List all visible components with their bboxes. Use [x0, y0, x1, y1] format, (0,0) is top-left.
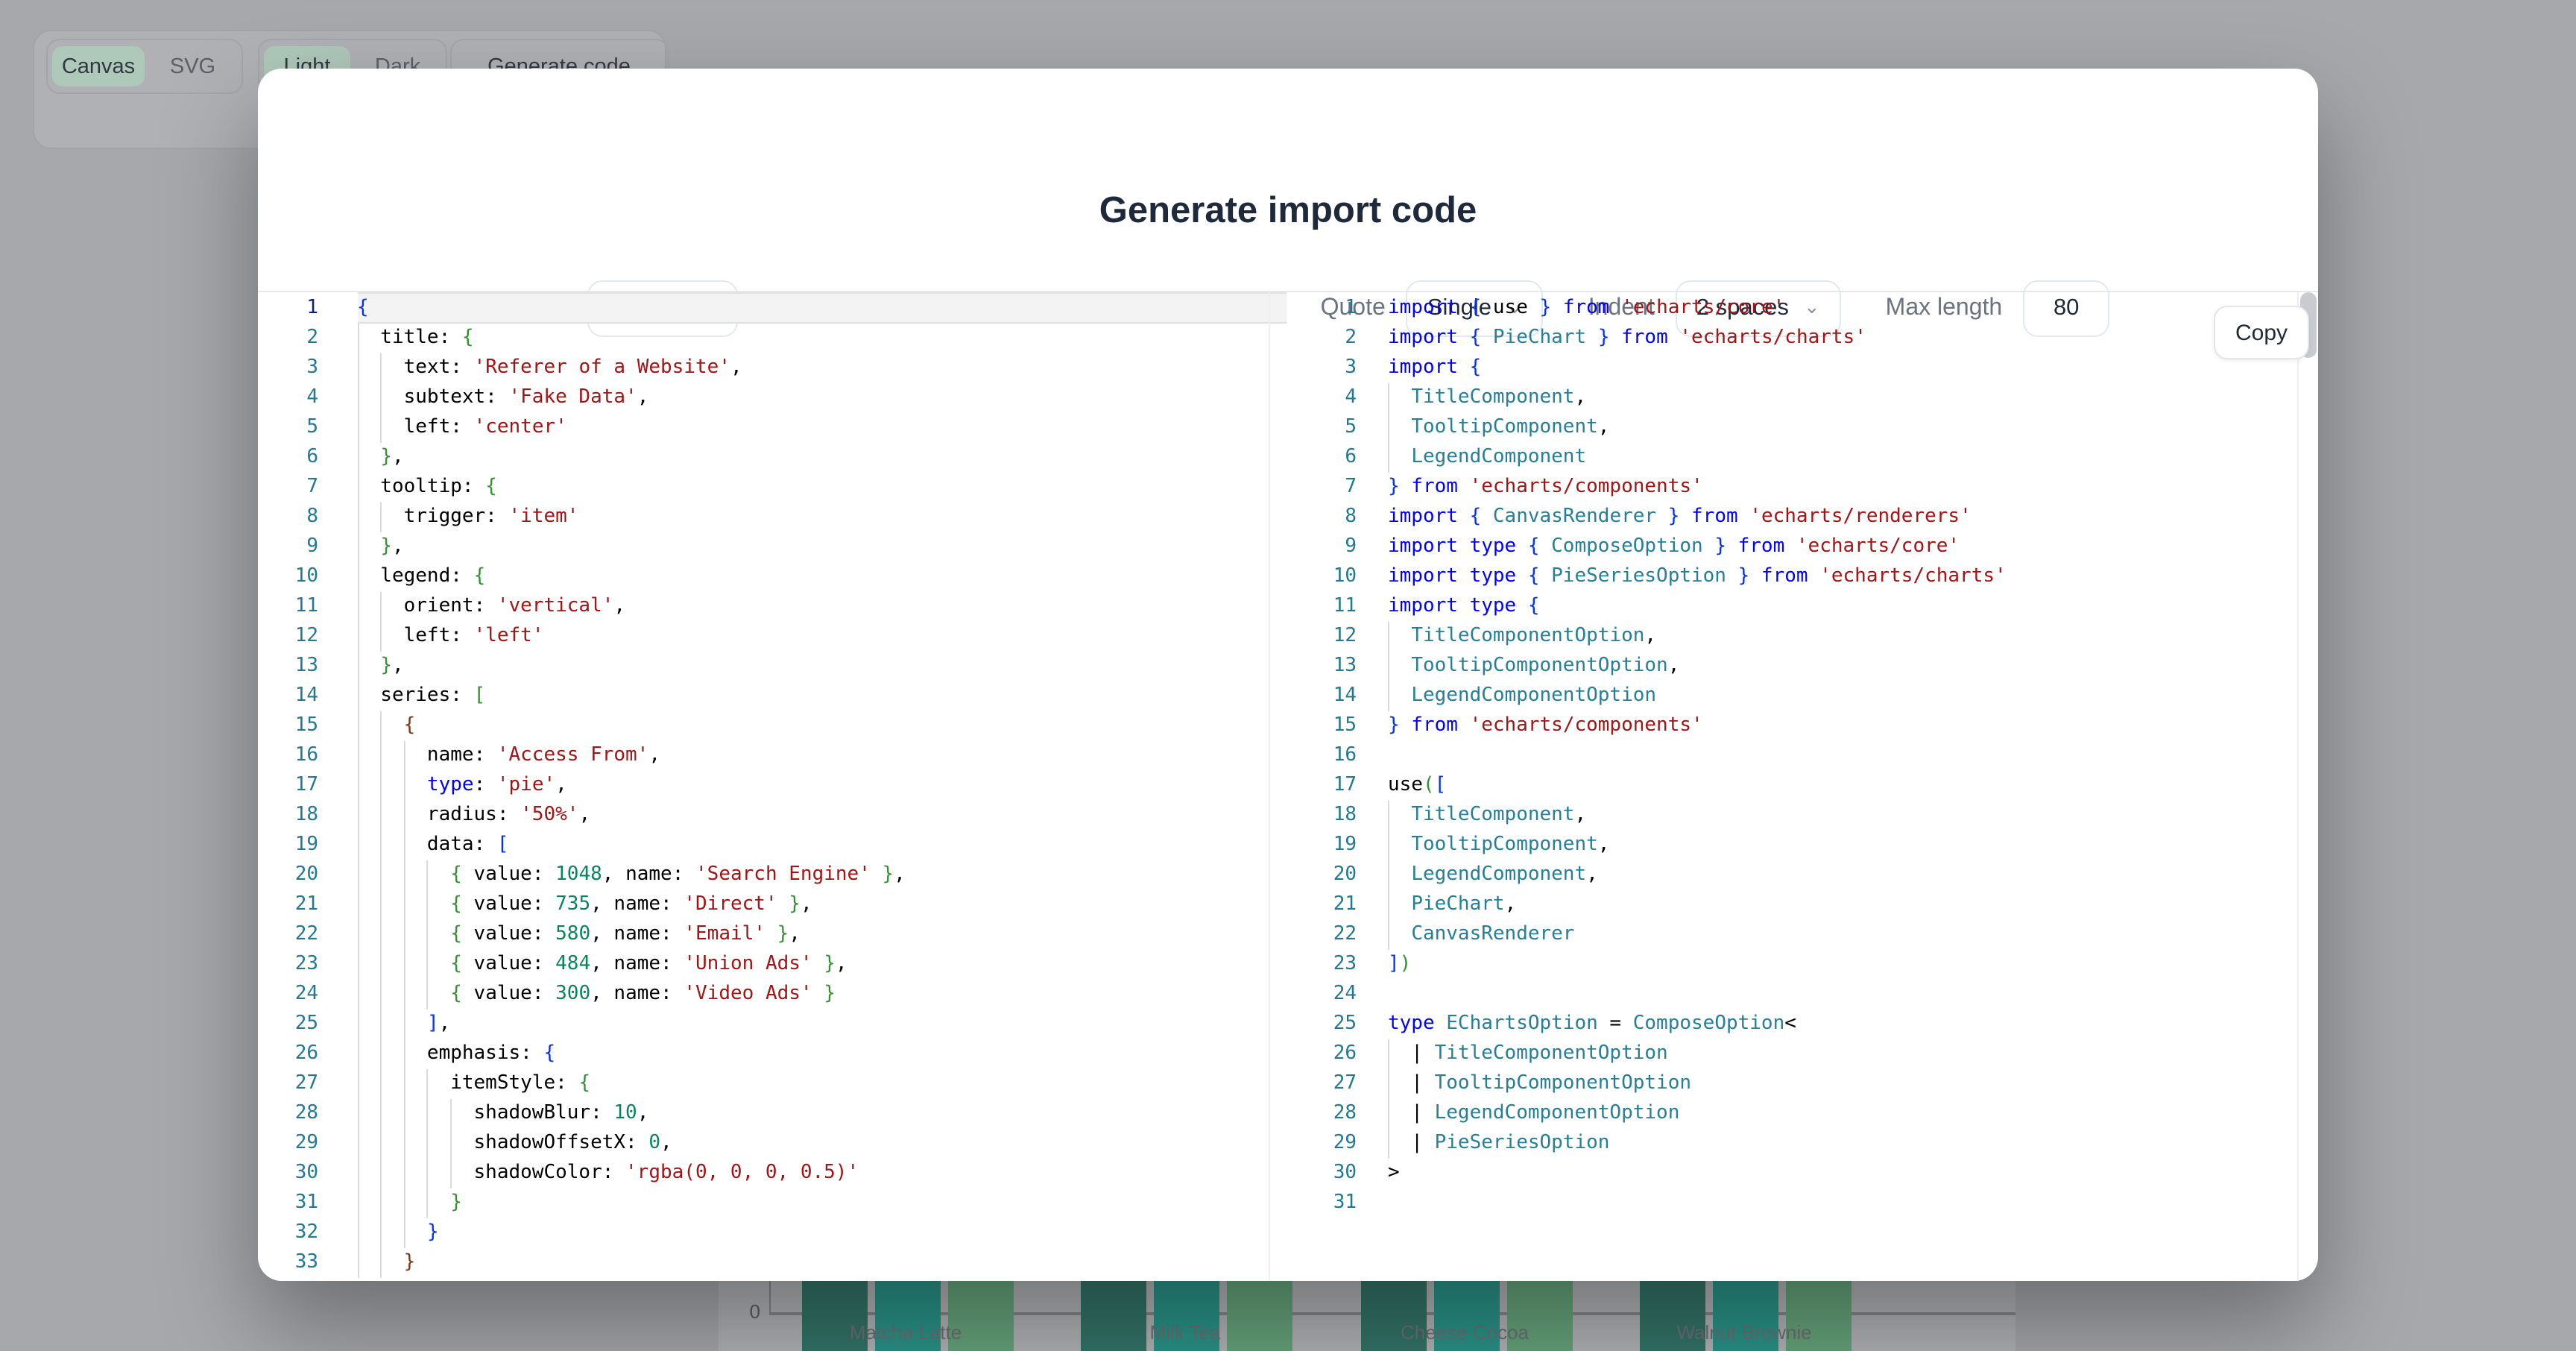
code-line: 9 },: [258, 532, 1287, 562]
code-line: 16 name: 'Access From',: [258, 741, 1287, 771]
x-axis-category-label: Milk Tea: [1036, 1321, 1334, 1344]
renderer-tab-group: Canvas SVG: [45, 39, 242, 94]
code-line: 23]): [1321, 950, 2296, 980]
code-line: 31: [1321, 1188, 2296, 1218]
tab-canvas[interactable]: Canvas: [52, 46, 145, 86]
code-line: 33 }: [258, 1248, 1287, 1278]
code-line: 1import { use } from 'echarts/core': [1321, 294, 2296, 324]
code-line: 15} from 'echarts/components': [1321, 711, 2296, 741]
code-line: 32 }: [258, 1218, 1287, 1248]
code-line: 13 },: [258, 652, 1287, 681]
code-line: 26 emphasis: {: [258, 1039, 1287, 1069]
code-line: 18 TitleComponent,: [1321, 801, 2296, 831]
x-axis-category-label: Matcha Latte: [757, 1321, 1055, 1344]
code-line: 7} from 'echarts/components': [1321, 473, 2296, 503]
code-line: 24: [1321, 980, 2296, 1010]
code-line: 18 radius: '50%',: [258, 801, 1287, 831]
code-line: 10import type { PieSeriesOption } from '…: [1321, 562, 2296, 592]
code-line: 12 left: 'left': [258, 622, 1287, 652]
code-line: 14 series: [: [258, 681, 1287, 711]
dialog-title: Generate import code: [258, 191, 2318, 233]
code-line: 1{: [258, 294, 1287, 324]
code-line: 27 itemStyle: {: [258, 1069, 1287, 1099]
code-line: 10 legend: {: [258, 562, 1287, 592]
code-line: 3 text: 'Referer of a Website',: [258, 353, 1287, 383]
copy-button[interactable]: Copy: [2214, 306, 2309, 359]
code-line: 4 TitleComponent,: [1321, 383, 2296, 413]
code-line: 11import type {: [1321, 592, 2296, 622]
code-line: 29 shadowOffsetX: 0,: [258, 1129, 1287, 1159]
code-line: 21 { value: 735, name: 'Direct' },: [258, 890, 1287, 920]
code-line: 7 tooltip: {: [258, 473, 1287, 503]
code-line: 5 left: 'center': [258, 413, 1287, 443]
code-line: 19 TooltipComponent,: [1321, 831, 2296, 860]
code-line: 30>: [1321, 1159, 2296, 1188]
code-line: 8import { CanvasRenderer } from 'echarts…: [1321, 503, 2296, 532]
x-axis-category-label: Walnut Brownie: [1595, 1321, 1893, 1344]
code-line: 4 subtext: 'Fake Data',: [258, 383, 1287, 413]
code-line: 12 TitleComponentOption,: [1321, 622, 2296, 652]
code-line: 2 title: {: [258, 324, 1287, 353]
code-line: 16: [1321, 741, 2296, 771]
code-line: 15 {: [258, 711, 1287, 741]
code-line: 2import { PieChart } from 'echarts/chart…: [1321, 324, 2296, 353]
option-code-editor[interactable]: 1{2 title: {3 text: 'Referer of a Websit…: [258, 294, 1287, 1281]
screen: Canvas SVG Light Dark Generate code 0 Ma…: [0, 0, 2576, 1351]
code-line: 26 | TitleComponentOption: [1321, 1039, 2296, 1069]
code-line: 25type EChartsOption = ComposeOption<: [1321, 1010, 2296, 1039]
code-line: 14 LegendComponentOption: [1321, 681, 2296, 711]
code-line: 31 }: [258, 1188, 1287, 1218]
code-line: 20 { value: 1048, name: 'Search Engine' …: [258, 860, 1287, 890]
right-editor-scrollbar-track: [2296, 292, 2298, 1281]
code-line: 19 data: [: [258, 831, 1287, 860]
code-line: 20 LegendComponent,: [1321, 860, 2296, 890]
code-line: 8 trigger: 'item': [258, 503, 1287, 532]
code-line: 6 LegendComponent: [1321, 443, 2296, 473]
code-line: 13 TooltipComponentOption,: [1321, 652, 2296, 681]
code-line: 22 CanvasRenderer: [1321, 920, 2296, 950]
code-line: 28 shadowBlur: 10,: [258, 1099, 1287, 1129]
code-line: 28 | LegendComponentOption: [1321, 1099, 2296, 1129]
code-line: 29 | PieSeriesOption: [1321, 1129, 2296, 1159]
code-line: 30 shadowColor: 'rgba(0, 0, 0, 0.5)': [258, 1159, 1287, 1188]
code-line: 22 { value: 580, name: 'Email' },: [258, 920, 1287, 950]
code-line: 6 },: [258, 443, 1287, 473]
code-line: 11 orient: 'vertical',: [258, 592, 1287, 622]
code-line: 23 { value: 484, name: 'Union Ads' },: [258, 950, 1287, 980]
code-line: 9import type { ComposeOption } from 'ech…: [1321, 532, 2296, 562]
code-line: 25 ],: [258, 1010, 1287, 1039]
import-code-editor[interactable]: 1import { use } from 'echarts/core'2impo…: [1321, 294, 2296, 1281]
code-line: 27 | TooltipComponentOption: [1321, 1069, 2296, 1099]
code-line: 5 TooltipComponent,: [1321, 413, 2296, 443]
code-line: 24 { value: 300, name: 'Video Ads' }: [258, 980, 1287, 1010]
code-line: 17use([: [1321, 771, 2296, 801]
tab-svg[interactable]: SVG: [145, 46, 241, 86]
code-line: 3import {: [1321, 353, 2296, 383]
code-line: 17 type: 'pie',: [258, 771, 1287, 801]
x-axis-category-label: Cheese Cocoa: [1316, 1321, 1614, 1344]
code-line: 21 PieChart,: [1321, 890, 2296, 920]
